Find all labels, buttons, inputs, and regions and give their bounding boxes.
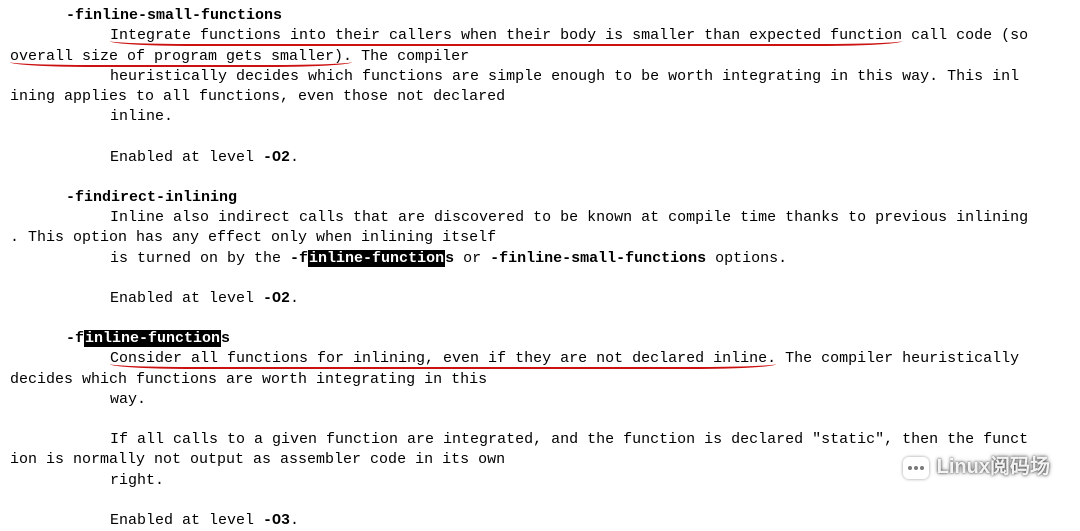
enabled-suffix: . <box>290 290 299 307</box>
highlighted-text: Integrate functions into their callers w… <box>110 27 902 44</box>
highlighted-text: Consider all functions for inlining, eve… <box>110 350 776 367</box>
description-line: If all calls to a given function are int… <box>110 430 1070 450</box>
description-line: right. <box>110 471 1070 491</box>
enabled-level-line: Enabled at level -O2. <box>110 148 1070 168</box>
description-line: heuristically decides which functions ar… <box>110 67 1070 87</box>
option-prefix: -f <box>66 330 84 347</box>
highlighted-option: inline-function <box>84 330 221 347</box>
highlighted-text: overall size of program gets smaller). <box>10 48 352 65</box>
description-text: The compiler <box>352 48 469 65</box>
enabled-suffix: . <box>290 512 299 529</box>
enabled-prefix: Enabled at level <box>110 149 263 166</box>
optimization-level: -O2 <box>263 290 290 307</box>
option-ref: -finline-small-functions <box>490 250 706 267</box>
enabled-prefix: Enabled at level <box>110 290 263 307</box>
description-line: Integrate functions into their callers w… <box>10 26 1070 46</box>
description-text: call code (so <box>902 27 1028 44</box>
description-line: Consider all functions for inlining, eve… <box>10 349 1070 369</box>
enabled-level-line: Enabled at level -O3. <box>110 511 1070 531</box>
description-text: Inline also indirect calls that are disc… <box>110 209 1028 226</box>
enabled-level-line: Enabled at level -O2. <box>110 289 1070 309</box>
optimization-level: -O3 <box>263 512 290 529</box>
description-line: is turned on by the -finline-functions o… <box>110 249 1070 269</box>
option-finline-functions: -finline-functions <box>66 329 1070 349</box>
description-line: ining applies to all functions, even tho… <box>10 87 1070 107</box>
description-line: decides which functions are worth integr… <box>10 370 1070 390</box>
description-line: ion is normally not output as assembler … <box>10 450 1070 470</box>
option-ref-suffix: s <box>445 250 454 267</box>
optimization-level: -O2 <box>263 149 290 166</box>
description-text: options. <box>706 250 787 267</box>
option-findirect-inlining: -findirect-inlining <box>66 188 1070 208</box>
description-line: overall size of program gets smaller). T… <box>10 47 1070 67</box>
description-line: inline. <box>110 107 1070 127</box>
option-finline-small-functions: -finline-small-functions <box>66 6 1070 26</box>
option-ref-prefix: -f <box>290 250 308 267</box>
highlighted-option: inline-function <box>308 250 445 267</box>
description-text: is turned on by the <box>110 250 290 267</box>
enabled-suffix: . <box>290 149 299 166</box>
description-line: . This option has any effect only when i… <box>10 228 1070 248</box>
description-text: The compiler heuristically <box>776 350 1019 367</box>
description-text: or <box>454 250 490 267</box>
description-line: way. <box>110 390 1070 410</box>
enabled-prefix: Enabled at level <box>110 512 263 529</box>
description-line: Inline also indirect calls that are disc… <box>10 208 1070 228</box>
option-suffix: s <box>221 330 230 347</box>
